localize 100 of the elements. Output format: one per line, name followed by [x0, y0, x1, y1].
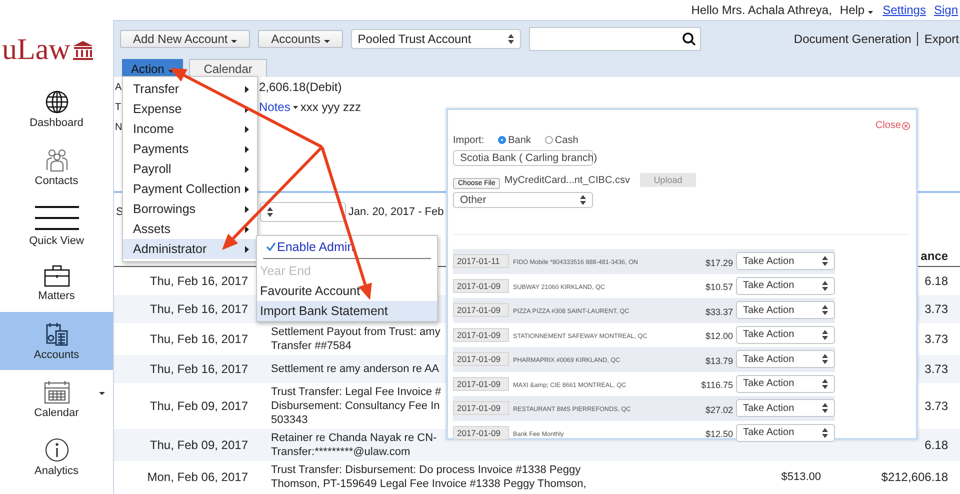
table-cell-text: Thu, Feb 16, 2017: [148, 332, 248, 346]
menu-item[interactable]: Payments: [123, 139, 257, 159]
table-cell-text: Thu, Feb 16, 2017: [148, 274, 248, 288]
toolbar-button[interactable]: Accounts: [258, 30, 343, 48]
table-cell: Settlement Payout from Trust: amy: [271, 325, 440, 339]
header-link[interactable]: Settings: [882, 3, 926, 17]
table-cell-text: Thu, Feb 16, 2017: [148, 302, 248, 316]
select-arrows-icon: [822, 378, 828, 389]
table-cell: 3.73: [924, 302, 948, 316]
table-cell: 3.73: [924, 332, 948, 346]
menu-item[interactable]: Income: [123, 119, 257, 139]
select-arrows-icon: [580, 195, 586, 205]
field-label: N: [115, 122, 122, 132]
sidebar-item[interactable]: Accounts: [0, 312, 113, 370]
account-select[interactable]: Pooled Trust Account: [350, 29, 521, 49]
amount-text: $17.29: [704, 258, 734, 268]
notes-text: xxx yyy zzz: [300, 100, 362, 114]
table-cell: Settlement re amy anderson re AA: [271, 362, 440, 376]
select-arrows-icon: [822, 256, 828, 266]
select-arrows-icon: [822, 403, 828, 414]
submenu-arrow-icon: [245, 246, 249, 252]
date-field: 2017-01-09: [453, 278, 509, 293]
menu-item[interactable]: Payment Collection: [123, 179, 257, 199]
table-cell: Thomson, PT-159649 Legal Fee Invoice #1338 Peggy Thomson,: [271, 477, 586, 491]
action-select[interactable]: Take Action: [736, 424, 835, 442]
action-select[interactable]: Take Action: [736, 374, 835, 393]
greeting-text: Hello Mrs. Achala Athreya,: [691, 3, 832, 17]
close-link[interactable]: Close: [875, 120, 910, 131]
table-cell: 3.73: [924, 362, 948, 376]
amount-text: $33.37: [704, 306, 734, 317]
table-cell: Transfer ##7584: [271, 339, 352, 353]
action-select[interactable]: Take Action: [736, 252, 835, 270]
table-cell-text: Thu, Feb 09, 2017: [148, 399, 248, 413]
submenu-arrow-icon: [245, 86, 249, 92]
amount-text: $13.79: [704, 356, 734, 366]
header-link[interactable]: Sign: [934, 3, 958, 17]
menu-item[interactable]: Transfer: [123, 79, 257, 99]
balance-text: 2,606.18(Debit): [259, 80, 342, 94]
date-field: 2017-01-09: [453, 376, 509, 391]
toolbar-link[interactable]: Export: [917, 32, 959, 46]
field-label: T: [115, 102, 122, 112]
table-cell-text: Mon, Feb 06, 2017: [146, 470, 248, 484]
action-select[interactable]: Take Action: [736, 350, 835, 368]
help-menu[interactable]: Help: [840, 3, 875, 17]
close-icon: [902, 122, 910, 130]
menu-item[interactable]: Administrator: [123, 239, 257, 259]
amount-text: $27.02: [704, 404, 734, 415]
caret-icon: [290, 105, 300, 109]
toolbar-button[interactable]: Add New Account: [120, 30, 250, 48]
field-label: A: [115, 82, 122, 92]
menu-icon: [32, 204, 80, 232]
date-field: 2017-01-09: [453, 352, 509, 366]
table-cell-text: Thu, Feb 16, 2017: [148, 362, 248, 376]
table-cell: $513.00: [781, 471, 821, 483]
menu-item[interactable]: Borrowings: [123, 199, 257, 219]
submenu-arrow-icon: [245, 146, 249, 152]
table-cell: 6.18: [924, 274, 948, 288]
table-cell: 3.73: [924, 399, 948, 413]
table-cell: Trust Transfer: Legal Fee Invoice #: [271, 385, 442, 399]
date-field: 2017-01-09: [453, 401, 509, 416]
table-cell: Transfer:*********@ulaw.com: [271, 445, 410, 459]
search-icon: [682, 32, 696, 46]
action-select[interactable]: Take Action: [736, 326, 835, 344]
action-select[interactable]: Take Action: [736, 399, 835, 418]
file-name: MyCreditCard...nt_CIBC.csv: [504, 174, 630, 186]
radio-button[interactable]: Bank: [498, 134, 531, 146]
search-field[interactable]: [528, 27, 701, 51]
building-icon: [72, 40, 94, 60]
people-icon: [44, 148, 70, 172]
table-cell-text: Thu, Feb 09, 2017: [148, 438, 248, 452]
radio-button[interactable]: Cash: [544, 134, 578, 146]
tab[interactable]: Calendar: [188, 59, 268, 77]
date-range-text: Jan. 20, 2017 - Feb: [348, 206, 444, 218]
menu-item[interactable]: Favourite Account: [257, 281, 437, 301]
amount-text: $116.75: [700, 380, 734, 390]
submenu-arrow-icon: [245, 166, 249, 172]
table-cell: 6.18: [924, 438, 948, 452]
date-field: 2017-01-09: [453, 328, 509, 342]
date-field: 2017-01-09: [453, 303, 509, 318]
select-arrows-icon: [508, 34, 514, 44]
field-label: Import:: [453, 134, 484, 146]
menu-item[interactable]: Expense: [123, 99, 257, 119]
notes-link[interactable]: Notes: [259, 100, 290, 114]
select-arrows-icon: [822, 428, 828, 438]
range-select[interactable]: [260, 202, 346, 222]
amount-text: $10.57: [704, 282, 734, 292]
table-cell: Retainer re Chanda Nayak re CN-: [271, 431, 437, 445]
menu-item[interactable]: Import Bank Statement: [257, 301, 437, 321]
select-arrows-icon: [822, 280, 828, 291]
menu-item[interactable]: Payroll: [123, 159, 257, 179]
toolbar-link[interactable]: Document Generation: [794, 32, 912, 46]
menu-item[interactable]: Assets: [123, 219, 257, 239]
calendar-icon: [44, 380, 70, 404]
action-select[interactable]: Take Action: [736, 301, 835, 320]
format-select[interactable]: Other: [453, 192, 593, 208]
select-arrows-icon: [822, 330, 828, 340]
column-header: ance: [920, 249, 948, 263]
logo-text: uLaw: [2, 33, 70, 67]
submenu-arrow-icon: [245, 126, 249, 132]
action-select[interactable]: Take Action: [736, 276, 835, 295]
